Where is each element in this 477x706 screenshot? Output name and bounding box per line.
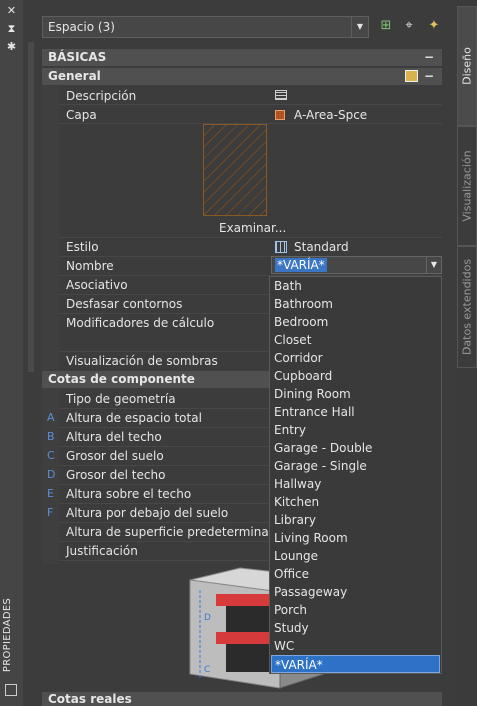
tab-diseno-label: Diseño: [460, 47, 474, 85]
collapse-icon[interactable]: −: [424, 49, 434, 66]
quick-properties-icon[interactable]: [405, 70, 418, 82]
tab-datos-label: Datos extendidos: [460, 258, 474, 356]
dimension-letter: A: [47, 411, 55, 424]
vertical-scrollbar[interactable]: [28, 42, 34, 372]
name-option[interactable]: Lounge: [271, 547, 440, 565]
layer-value[interactable]: A-Area-Spce: [294, 106, 367, 124]
cotas-row-label: Altura del techo: [66, 430, 162, 444]
name-combobox[interactable]: *VARÍA* ▼: [271, 256, 442, 274]
tab-visualizacion[interactable]: Visualización: [457, 126, 477, 246]
name-option[interactable]: Garage - Double: [271, 439, 440, 457]
palette-titlebar: ✕ ⧗ ✱ PROPIEDADES: [0, 0, 24, 706]
section-bottom[interactable]: Cotas reales: [42, 692, 442, 706]
name-option[interactable]: Living Room: [271, 529, 440, 547]
style-preview-image: [203, 124, 267, 216]
layer-color-swatch: [275, 110, 285, 120]
add-selection-icon[interactable]: ⊞: [377, 17, 395, 35]
cotas-row-label: Altura por debajo del suelo: [66, 506, 229, 520]
autohide-icon[interactable]: ⧗: [4, 22, 19, 36]
dimension-letter: B: [47, 430, 55, 443]
dimension-letter: C: [47, 449, 55, 462]
row-gutter: [42, 86, 59, 370]
name-option[interactable]: Porch: [271, 601, 440, 619]
object-type-select[interactable]: Espacio (3) ▼: [42, 16, 369, 38]
tab-datos-extendidos[interactable]: Datos extendidos: [457, 246, 477, 368]
settings-icon[interactable]: ✱: [4, 40, 19, 54]
name-label: Nombre: [66, 259, 114, 273]
cotas-row-label: Justificación: [66, 544, 138, 558]
offset-boundaries-label: Desfasar contornos: [66, 297, 183, 311]
dimension-letter: E: [47, 487, 54, 500]
section-general[interactable]: General −: [42, 68, 442, 85]
calculation-modifiers-label: Modificadores de cálculo: [66, 316, 215, 330]
object-type-value: Espacio (3): [48, 20, 115, 34]
description-edit-icon[interactable]: [275, 90, 287, 100]
section-cotas-title: Cotas de componente: [48, 372, 195, 386]
name-option[interactable]: Cupboard: [271, 367, 440, 385]
cotas-row-label: Tipo de geometría: [66, 392, 176, 406]
close-icon[interactable]: ✕: [4, 4, 19, 18]
chevron-down-icon[interactable]: ▼: [351, 17, 368, 37]
section-bottom-title: Cotas reales: [48, 692, 132, 706]
quick-select-icon[interactable]: ✦: [425, 17, 443, 35]
tab-diseno[interactable]: Diseño: [457, 6, 477, 126]
dimension-letter: F: [47, 506, 54, 519]
name-option[interactable]: Kitchen: [271, 493, 440, 511]
name-option[interactable]: Office: [271, 565, 440, 583]
browse-button[interactable]: Examinar...: [219, 220, 286, 236]
cotas-row-label: Altura de espacio total: [66, 411, 202, 425]
svg-text:D: D: [204, 613, 211, 623]
layer-label: Capa: [66, 108, 97, 122]
section-basicas[interactable]: BÁSICAS −: [42, 49, 442, 66]
select-objects-icon[interactable]: ⌖: [400, 17, 418, 35]
shadow-display-label: Visualización de sombras: [66, 354, 218, 368]
style-label: Estilo: [66, 240, 99, 254]
tab-visualizacion-label: Visualización: [460, 150, 474, 222]
name-option[interactable]: Bath: [271, 277, 440, 295]
svg-text:C: C: [204, 665, 210, 675]
style-value[interactable]: Standard: [294, 238, 349, 256]
cotas-row-label: Grosor del techo: [66, 468, 166, 482]
cotas-row-label: Altura sobre el techo: [66, 487, 192, 501]
name-option[interactable]: Library: [271, 511, 440, 529]
collapse-icon[interactable]: −: [424, 68, 434, 85]
style-icon: [275, 241, 287, 253]
name-option[interactable]: Study: [271, 619, 440, 637]
chevron-down-icon[interactable]: ▼: [426, 257, 441, 273]
section-basicas-title: BÁSICAS: [48, 50, 107, 64]
dimension-letter: D: [47, 468, 56, 481]
name-option[interactable]: Passageway: [271, 583, 440, 601]
description-label: Descripción: [66, 89, 137, 103]
name-option[interactable]: WC: [271, 637, 440, 655]
name-option[interactable]: Entry: [271, 421, 440, 439]
name-combobox-value[interactable]: *VARÍA*: [275, 258, 327, 272]
name-option[interactable]: Bathroom: [271, 295, 440, 313]
name-dropdown-list[interactable]: Bath Bathroom Bedroom Closet Corridor Cupboar…: [269, 276, 442, 674]
name-option[interactable]: Hallway: [271, 475, 440, 493]
name-option[interactable]: Entrance Hall: [271, 403, 440, 421]
section-general-title: General: [48, 69, 101, 83]
name-option[interactable]: Corridor: [271, 349, 440, 367]
name-option[interactable]: Closet: [271, 331, 440, 349]
name-option[interactable]: Dining Room: [271, 385, 440, 403]
cotas-row-label: Grosor del suelo: [66, 449, 164, 463]
palette-title: PROPIEDADES: [2, 597, 13, 673]
associative-label: Asociativo: [66, 278, 128, 292]
section-cotas[interactable]: Cotas de componente: [42, 371, 272, 388]
palette-menu-icon[interactable]: [5, 684, 17, 696]
name-option[interactable]: Bedroom: [271, 313, 440, 331]
name-option[interactable]: *VARÍA*: [271, 655, 440, 673]
cotas-row-label: Altura de superficie predeterminada: [66, 525, 284, 539]
name-option[interactable]: Garage - Single: [271, 457, 440, 475]
